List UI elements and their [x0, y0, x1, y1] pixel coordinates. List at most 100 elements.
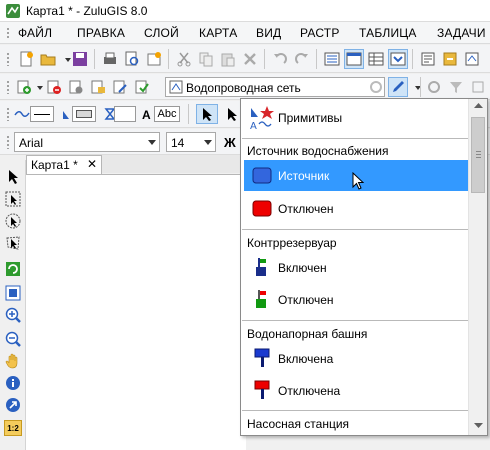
- zoom-out-icon[interactable]: [4, 330, 22, 348]
- scale-icon[interactable]: 1:2: [4, 420, 22, 436]
- menu-table[interactable]: ТАБЛИЦА: [359, 26, 417, 40]
- pan-hand-icon[interactable]: [4, 352, 22, 370]
- primitives-item[interactable]: A Примитивы: [244, 103, 468, 133]
- list-item-tower-off[interactable]: Отключена: [244, 375, 468, 406]
- source-off-icon: [252, 200, 272, 217]
- select-circle-icon[interactable]: [4, 212, 22, 230]
- calculate-icon[interactable]: [440, 49, 460, 69]
- list-item-label: Отключена: [278, 384, 341, 398]
- open-folder-icon[interactable]: [38, 49, 58, 69]
- list-item-source[interactable]: Источник: [244, 160, 468, 191]
- grip-handle[interactable]: [6, 135, 10, 149]
- layer-lock-icon[interactable]: [88, 77, 108, 97]
- divider: [242, 138, 468, 139]
- title-bar: Карта1 * - ZuluGIS 8.0: [0, 0, 490, 22]
- list-item-tower-on[interactable]: Включена: [244, 343, 468, 374]
- undo-icon[interactable]: [270, 49, 290, 69]
- popup-scrollbar[interactable]: [468, 99, 487, 435]
- copy-icon[interactable]: [196, 49, 216, 69]
- layer-list-icon[interactable]: [322, 49, 342, 69]
- menu-raster[interactable]: РАСТР: [300, 26, 340, 40]
- font-size-value: 14: [171, 136, 185, 150]
- grip-handle[interactable]: [6, 80, 10, 94]
- catalog-icon[interactable]: [418, 49, 438, 69]
- menu-file[interactable]: ФАЙЛ: [18, 26, 52, 40]
- navigate-icon[interactable]: [4, 396, 22, 414]
- link-icon[interactable]: [468, 77, 488, 97]
- menu-bar: ФАЙЛ ПРАВКА СЛОЙ КАРТА ВИД РАСТР ТАБЛИЦА…: [0, 22, 490, 44]
- menu-map[interactable]: КАРТА: [199, 26, 237, 40]
- filter-icon[interactable]: [446, 77, 466, 97]
- list-item-source-off[interactable]: Отключен: [244, 193, 468, 224]
- refresh-icon[interactable]: [424, 77, 444, 97]
- toolbar-standard: [0, 45, 490, 73]
- menu-layer[interactable]: СЛОЙ: [144, 26, 179, 40]
- app-icon: [6, 4, 20, 18]
- zoom-extent-icon[interactable]: [4, 284, 22, 302]
- info-icon[interactable]: [4, 374, 22, 392]
- line-style-icon[interactable]: [12, 104, 32, 124]
- layer-status-icon: [370, 81, 382, 93]
- section-header: Источник водоснабжения: [247, 144, 389, 158]
- list-item-label: Включена: [278, 352, 334, 366]
- grip-handle[interactable]: [6, 107, 10, 121]
- properties-icon[interactable]: [462, 49, 482, 69]
- layer-select[interactable]: Водопроводная сеть: [165, 77, 385, 97]
- zoom-in-icon[interactable]: [4, 306, 22, 324]
- symbol-swatch[interactable]: [114, 106, 136, 122]
- scroll-thumb[interactable]: [471, 117, 485, 193]
- line-color-swatch[interactable]: [30, 106, 54, 122]
- grip-handle[interactable]: [6, 27, 10, 39]
- divider: [242, 320, 468, 321]
- divider: [242, 410, 468, 411]
- tab-map1[interactable]: Карта1 * ✕: [26, 155, 102, 174]
- select-rect-icon[interactable]: [4, 190, 22, 208]
- list-item-label: Отключен: [278, 202, 334, 216]
- menu-tasks[interactable]: ЗАДАЧИ: [437, 26, 486, 40]
- scroll-down-icon[interactable]: [474, 423, 483, 429]
- primitives-icon: A: [250, 106, 274, 131]
- table-window-icon[interactable]: [366, 49, 386, 69]
- map-window-icon[interactable]: [344, 49, 364, 69]
- text-style-button[interactable]: Abc: [154, 106, 180, 122]
- list-item-reservoir-on[interactable]: Включен: [244, 252, 468, 283]
- paste-icon[interactable]: [218, 49, 238, 69]
- menu-view[interactable]: ВИД: [256, 26, 281, 40]
- cut-icon[interactable]: [174, 49, 194, 69]
- remove-layer-icon[interactable]: [44, 77, 64, 97]
- primitives-label: Примитивы: [278, 111, 343, 125]
- font-size-select[interactable]: 14: [166, 132, 216, 152]
- mouse-cursor-icon: [352, 172, 365, 190]
- scroll-up-icon[interactable]: [474, 103, 483, 109]
- tower-on-icon: [254, 348, 270, 367]
- close-icon[interactable]: ✕: [87, 157, 97, 171]
- refresh-map-icon[interactable]: [4, 260, 22, 278]
- select-region-icon[interactable]: [222, 104, 242, 124]
- fill-color-swatch[interactable]: [72, 106, 96, 122]
- reservoir-on-icon: [256, 258, 266, 276]
- layer-icon: [169, 80, 183, 94]
- layer-settings-icon[interactable]: [66, 77, 86, 97]
- pointer-icon[interactable]: [4, 168, 22, 186]
- select-arrow-icon[interactable]: [196, 104, 218, 124]
- print-preview-icon[interactable]: [122, 49, 142, 69]
- new-icon[interactable]: [16, 49, 36, 69]
- pencil-icon[interactable]: [388, 77, 408, 97]
- map-canvas[interactable]: [26, 174, 246, 450]
- list-item-reservoir-off[interactable]: Отключен: [244, 284, 468, 315]
- layer-select-value: Водопроводная сеть: [186, 81, 301, 95]
- layer-check-icon[interactable]: [132, 77, 152, 97]
- delete-icon[interactable]: [240, 49, 260, 69]
- select-polygon-icon[interactable]: [4, 234, 22, 252]
- new-map-icon[interactable]: [144, 49, 164, 69]
- legend-window-icon[interactable]: [388, 49, 408, 69]
- bold-button[interactable]: Ж: [224, 135, 236, 150]
- font-family-select[interactable]: Arial: [14, 132, 160, 152]
- layer-edit-icon[interactable]: [110, 77, 130, 97]
- grip-handle[interactable]: [6, 52, 10, 66]
- save-icon[interactable]: [70, 49, 90, 69]
- menu-edit[interactable]: ПРАВКА: [77, 26, 125, 40]
- tab-map1-label: Карта1 *: [31, 158, 78, 172]
- print-icon[interactable]: [100, 49, 120, 69]
- redo-icon[interactable]: [292, 49, 312, 69]
